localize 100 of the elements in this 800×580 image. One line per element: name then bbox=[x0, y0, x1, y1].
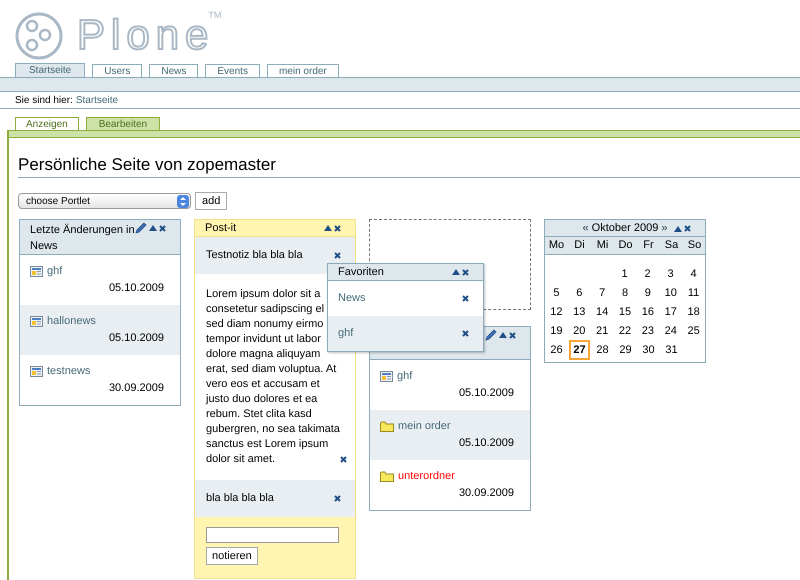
calendar-day[interactable]: 2 bbox=[644, 266, 651, 282]
weekday-label: Fr bbox=[642, 238, 655, 254]
view-tab[interactable]: Bearbeiten bbox=[86, 117, 160, 130]
calendar-day[interactable]: 11 bbox=[688, 285, 700, 301]
calendar-day[interactable]: 8 bbox=[622, 285, 628, 301]
calendar-day[interactable]: 9 bbox=[644, 285, 651, 301]
calendar-day[interactable]: 5 bbox=[553, 285, 560, 301]
item-link[interactable]: mein order bbox=[398, 419, 451, 433]
logo-icon bbox=[15, 12, 63, 60]
calendar-day[interactable]: 28 bbox=[596, 342, 609, 358]
close-icon[interactable] bbox=[462, 330, 469, 337]
calendar-day[interactable]: 27 bbox=[569, 340, 590, 360]
collapse-icon[interactable] bbox=[674, 226, 682, 232]
calendar-day[interactable]: 29 bbox=[619, 342, 632, 358]
close-icon[interactable] bbox=[462, 268, 469, 276]
view-tab[interactable]: Anzeigen bbox=[15, 117, 79, 130]
weekday-label: Do bbox=[617, 238, 634, 254]
item-link[interactable]: unterordner bbox=[398, 469, 455, 483]
notieren-button[interactable]: notieren bbox=[206, 547, 258, 565]
collapse-icon[interactable] bbox=[324, 225, 332, 231]
collapse-icon[interactable] bbox=[149, 225, 157, 231]
calendar-day[interactable]: 15 bbox=[618, 304, 632, 320]
add-button[interactable]: add bbox=[195, 192, 228, 210]
weekday-label: Di bbox=[573, 238, 586, 254]
note-text-line: bla bla bla bla bbox=[206, 491, 274, 506]
calendar-day[interactable]: 26 bbox=[550, 342, 563, 358]
previous-month-link[interactable]: « bbox=[582, 220, 589, 236]
note-text-line: erat, sed diam voluptua. At bbox=[206, 362, 338, 377]
note-text-line: Testnotiz bla bla bla bbox=[206, 248, 303, 263]
note-text-line: rebum. Stet clita kasd bbox=[206, 407, 313, 422]
close-icon[interactable] bbox=[334, 495, 341, 502]
close-icon[interactable] bbox=[334, 224, 341, 232]
item-link[interactable]: hallonews bbox=[47, 314, 96, 328]
note-input-field[interactable] bbox=[206, 527, 339, 543]
calendar-day[interactable]: 19 bbox=[550, 323, 563, 339]
calendar-day[interactable]: 23 bbox=[642, 323, 654, 339]
calendar-day[interactable]: 16 bbox=[642, 304, 654, 320]
nav-tab[interactable]: mein order bbox=[266, 64, 339, 77]
collapse-icon[interactable] bbox=[499, 332, 507, 338]
next-month-link[interactable]: » bbox=[661, 220, 668, 236]
note-text-line: dolor sit amet. bbox=[206, 452, 276, 467]
calendar-day[interactable]: 30 bbox=[642, 342, 655, 358]
pencil-icon[interactable] bbox=[485, 329, 497, 341]
calendar-day[interactable]: 20 bbox=[573, 323, 586, 339]
portlet-title: Favoriten bbox=[338, 264, 384, 280]
calendar-day[interactable]: 3 bbox=[667, 266, 674, 282]
note-text-line: tempor invidunt ut labor bbox=[206, 332, 322, 347]
close-icon[interactable] bbox=[462, 295, 469, 302]
calendar-day[interactable]: 24 bbox=[664, 323, 677, 339]
note-text-line: Lorem ipsum dolor sit a bbox=[206, 287, 322, 302]
calendar-month: Oktober 2009 bbox=[592, 220, 658, 236]
pencil-icon[interactable] bbox=[135, 222, 147, 234]
item-date: 05.10.2009 bbox=[458, 386, 514, 400]
calendar-day[interactable]: 10 bbox=[664, 285, 677, 301]
nav-tab[interactable]: Startseite bbox=[15, 63, 86, 77]
calendar-day[interactable]: 1 bbox=[621, 266, 628, 282]
item-link[interactable]: ghf bbox=[397, 369, 412, 383]
item-link[interactable]: ghf bbox=[47, 264, 62, 278]
nav-tab[interactable]: News bbox=[149, 64, 198, 77]
calendar-day[interactable]: 12 bbox=[550, 304, 563, 320]
calendar-day[interactable]: 4 bbox=[690, 266, 697, 282]
item-date: 05.10.2009 bbox=[458, 436, 514, 450]
breadcrumb-label: Sie sind hier: bbox=[15, 94, 73, 108]
calendar-day[interactable]: 17 bbox=[664, 304, 677, 320]
collapse-icon[interactable] bbox=[452, 269, 460, 275]
close-icon[interactable] bbox=[334, 252, 341, 259]
close-icon[interactable] bbox=[159, 224, 166, 232]
breadcrumb-link[interactable]: Startseite bbox=[76, 93, 118, 108]
calendar-day[interactable]: 21 bbox=[596, 323, 608, 339]
news-icon bbox=[30, 366, 43, 376]
calendar-day[interactable]: 25 bbox=[687, 323, 700, 339]
close-icon[interactable] bbox=[509, 332, 516, 338]
item-link[interactable]: testnews bbox=[47, 364, 90, 378]
calendar-day[interactable]: 22 bbox=[618, 323, 632, 339]
item-date: 30.09.2009 bbox=[458, 486, 514, 500]
weekday-label: Mi bbox=[596, 238, 610, 254]
item-date: 05.10.2009 bbox=[108, 281, 164, 295]
folder-icon bbox=[380, 420, 394, 432]
portlet-dropdown[interactable]: choose Portlet bbox=[18, 193, 191, 209]
trademark-sign: TM bbox=[208, 9, 222, 22]
page-heading: Persönliche Seite von zopemaster bbox=[18, 154, 800, 178]
nav-tab[interactable]: Users bbox=[92, 64, 142, 77]
calendar-day[interactable]: 6 bbox=[576, 285, 582, 301]
stepper-icon bbox=[177, 194, 189, 208]
nav-tab[interactable]: Events bbox=[205, 64, 260, 77]
calendar-day[interactable]: 18 bbox=[687, 304, 700, 320]
favorite-link[interactable]: ghf bbox=[338, 325, 354, 342]
calendar-day[interactable]: 13 bbox=[573, 304, 586, 320]
item-date: 30.09.2009 bbox=[108, 381, 164, 395]
calendar-day[interactable]: 14 bbox=[596, 304, 608, 320]
note-text-line: dolore magna aliquyam bbox=[206, 347, 322, 362]
favorite-link[interactable]: News bbox=[338, 290, 366, 307]
news-icon bbox=[30, 266, 43, 276]
weekday-label: Mo bbox=[548, 238, 566, 254]
item-date: 05.10.2009 bbox=[108, 331, 164, 345]
close-icon[interactable] bbox=[684, 225, 691, 232]
portlet-title: Letzte Änderungen in News bbox=[30, 222, 135, 254]
calendar-day[interactable]: 7 bbox=[599, 285, 606, 301]
calendar-day[interactable]: 31 bbox=[665, 342, 678, 358]
close-icon[interactable] bbox=[340, 456, 347, 463]
